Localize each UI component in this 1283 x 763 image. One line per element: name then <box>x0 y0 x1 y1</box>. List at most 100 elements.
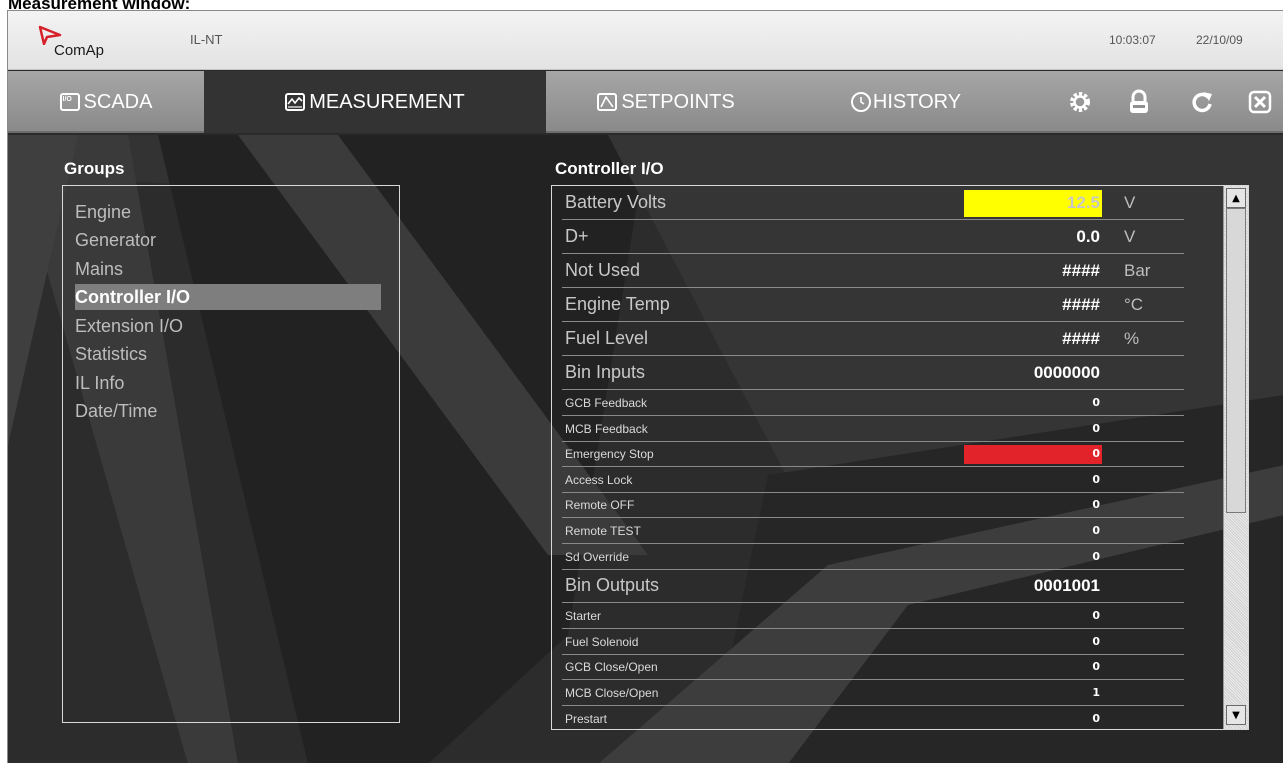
brand-name: ComAp <box>54 42 105 59</box>
io-row-label: Battery Volts <box>565 192 667 212</box>
group-item-mains[interactable]: Mains <box>75 256 381 282</box>
groups-list: Engine Generator Mains Controller I/O Ex… <box>62 185 400 723</box>
io-row-label: Fuel Level <box>565 328 649 348</box>
io-row: Bin Inputs 0000000 <box>562 356 1184 390</box>
io-row-label: Emergency Stop <box>565 447 654 462</box>
tab-setpoints-label: SETPOINTS <box>621 90 735 113</box>
tab-history-label: HISTORY <box>872 90 962 113</box>
io-row-value: #### <box>1062 261 1100 280</box>
io-row-label: GCB Feedback <box>565 396 648 410</box>
io-row-value: 12.5 <box>1066 193 1100 212</box>
group-item-il-info[interactable]: IL Info <box>75 370 381 396</box>
io-row: D+ 0.0 V <box>562 220 1184 254</box>
settings-gear-button[interactable] <box>1066 88 1094 116</box>
title-bar: ComAp IL-NT 10:03:07 22/10/09 <box>8 11 1283 70</box>
io-row-label: Prestart <box>565 711 608 726</box>
io-row-label: MCB Feedback <box>565 421 648 436</box>
close-button[interactable] <box>1246 88 1274 116</box>
io-row-value: 0001001 <box>1033 576 1100 596</box>
tab-setpoints[interactable]: SETPOINTS <box>546 71 786 133</box>
io-row-value: 0 <box>1092 447 1100 461</box>
scroll-thumb[interactable] <box>1226 208 1246 513</box>
io-row-value: 0 <box>1092 396 1100 409</box>
io-row: GCB Feedback 0 <box>562 390 1184 416</box>
lock-button[interactable] <box>1125 88 1153 116</box>
io-row-label: Not Used <box>565 260 641 280</box>
io-row: MCB Feedback 0 <box>562 416 1184 442</box>
io-row-value: 0 <box>1092 549 1100 563</box>
group-item-generator[interactable]: Generator <box>75 227 381 253</box>
scroll-down-button[interactable]: ▼ <box>1226 705 1246 725</box>
io-row-value: #### <box>1062 295 1100 314</box>
group-item-engine[interactable]: Engine <box>75 199 381 225</box>
io-row-value: 0 <box>1092 660 1100 674</box>
value-highlight <box>964 445 1102 465</box>
io-row: Fuel Level ####% <box>562 322 1184 356</box>
io-row: Emergency Stop 0 <box>562 441 1184 468</box>
group-item-date-time[interactable]: Date/Time <box>75 398 381 424</box>
io-row: Sd Override 0 <box>562 544 1184 570</box>
io-row-label: Remote TEST <box>565 524 641 538</box>
io-row: Battery Volts 12.5 V <box>562 186 1184 220</box>
refresh-button[interactable] <box>1188 88 1216 116</box>
io-row-label: Engine Temp <box>565 294 670 314</box>
io-row-value: #### <box>1062 329 1100 348</box>
io-row-label: Access Lock <box>565 472 633 487</box>
io-row: Access Lock 0 <box>562 467 1184 493</box>
io-row-unit: V <box>1124 193 1136 212</box>
io-row-value: 0000000 <box>1033 363 1100 382</box>
clock-date: 22/10/09 <box>1196 33 1243 47</box>
io-row: Not Used #### Bar <box>562 254 1184 288</box>
comap-logo: ComAp <box>38 25 148 65</box>
scada-icon: I/O <box>59 93 80 111</box>
io-value-list: Battery Volts 12.5 V D+ 0.0 V Not Used #### Bar E… <box>551 185 1249 730</box>
lock-icon <box>1130 89 1148 113</box>
clock-time: 10:03:07 <box>1109 33 1156 47</box>
tab-measurement-label: MEASUREMENT <box>309 90 465 113</box>
io-row: Remote OFF 0 <box>562 492 1184 519</box>
scroll-up-button[interactable]: ▲ <box>1226 188 1246 208</box>
io-row-value: 0 <box>1092 498 1100 512</box>
refresh-icon <box>1192 92 1212 113</box>
io-row-value: 0 <box>1092 421 1100 435</box>
io-row: MCB Close/Open 1 <box>562 680 1184 706</box>
device-name: IL-NT <box>190 32 223 47</box>
io-row: GCB Close/Open 0 <box>562 654 1184 681</box>
tab-history[interactable]: HISTORY <box>786 71 1026 133</box>
io-row-unit: Bar <box>1124 261 1151 280</box>
io-row: Prestart 0 <box>562 706 1184 729</box>
group-item-statistics[interactable]: Statistics <box>75 341 381 367</box>
content-area: Groups Engine Generator Mains Controller… <box>8 135 1283 763</box>
setpoints-icon <box>597 93 618 111</box>
history-icon <box>850 92 871 112</box>
io-row: Remote TEST 0 <box>562 518 1184 544</box>
groups-title: Groups <box>64 159 125 178</box>
io-row-unit: °C <box>1124 295 1144 314</box>
io-row: Starter 0 <box>562 603 1184 630</box>
io-row-unit: % <box>1124 329 1140 348</box>
io-row-value: 1 <box>1092 686 1100 699</box>
io-row-value: 0 <box>1092 472 1100 486</box>
io-row-label: Remote OFF <box>565 498 635 513</box>
io-row: Bin Outputs 0001001 <box>562 569 1184 604</box>
measurement-icon <box>285 93 306 111</box>
io-row-value: 0 <box>1092 634 1100 648</box>
io-row-label: D+ <box>565 226 589 246</box>
io-row-value: 0 <box>1092 609 1100 623</box>
group-item-extension-io[interactable]: Extension I/O <box>75 313 381 339</box>
settings-gear-icon <box>1070 92 1090 112</box>
io-scrollbar[interactable]: ▲ ▼ <box>1223 186 1248 729</box>
io-row-label: Sd Override <box>565 549 630 564</box>
io-row: Fuel Solenoid 0 <box>562 629 1184 655</box>
io-row-label: GCB Close/Open <box>565 660 658 675</box>
io-row-label: MCB Close/Open <box>565 686 659 700</box>
group-item-controller-io[interactable]: Controller I/O <box>75 284 381 310</box>
tab-scada-label: SCADA <box>83 90 153 113</box>
close-icon <box>1248 90 1272 114</box>
io-row-value: 0.0 <box>1076 227 1100 246</box>
tab-measurement[interactable]: MEASUREMENT <box>204 71 546 133</box>
tab-scada[interactable]: I/O SCADA <box>8 71 204 133</box>
io-row-label: Bin Inputs <box>565 362 646 382</box>
io-row-label: Starter <box>565 609 602 624</box>
io-title: Controller I/O <box>555 159 664 178</box>
